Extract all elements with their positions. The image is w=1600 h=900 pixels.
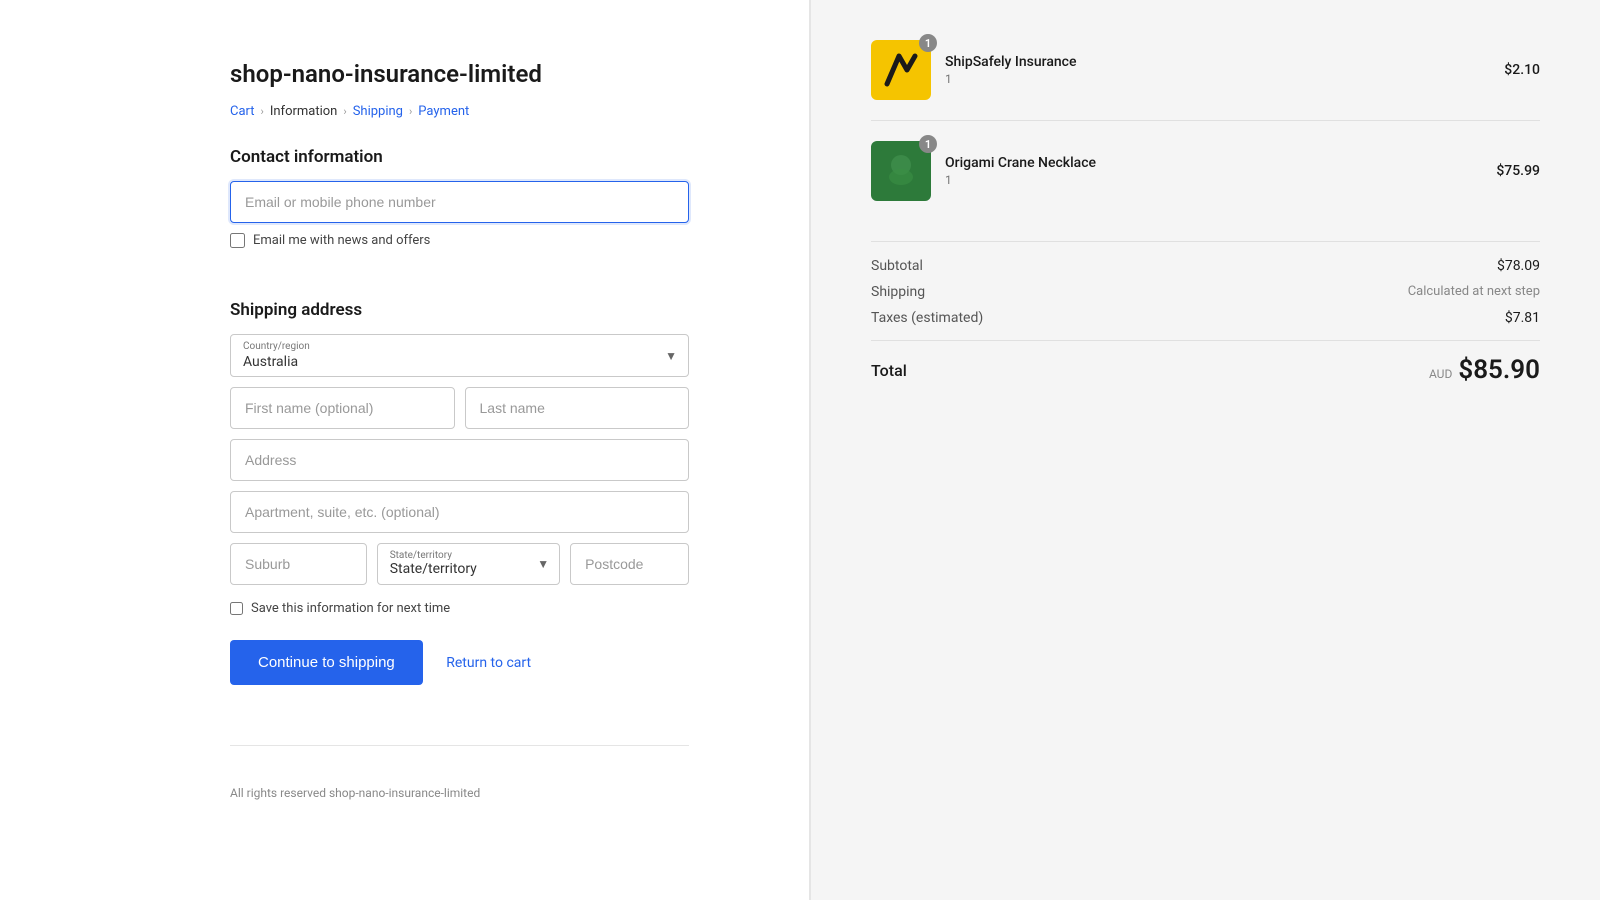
state-chevron-icon: ▼ bbox=[537, 557, 549, 571]
shipping-label: Shipping bbox=[871, 284, 925, 300]
order-item-shipsafely: 1 ShipSafely Insurance 1 $2.10 bbox=[871, 40, 1540, 121]
breadcrumb-shipping: Shipping bbox=[353, 104, 403, 119]
country-region-select[interactable]: Country/region Australia bbox=[230, 334, 689, 377]
address-input[interactable] bbox=[230, 439, 689, 481]
action-buttons: Continue to shipping Return to cart bbox=[230, 640, 689, 685]
email-checkbox-row: Email me with news and offers bbox=[230, 233, 689, 248]
save-info-label[interactable]: Save this information for next time bbox=[251, 601, 450, 616]
total-amount-wrapper: AUD $85.90 bbox=[1429, 355, 1540, 385]
contact-section: Contact information Email me with news a… bbox=[230, 147, 689, 272]
breadcrumb-sep-3: › bbox=[409, 105, 412, 118]
email-checkbox[interactable] bbox=[230, 233, 245, 248]
first-name-input[interactable] bbox=[230, 387, 455, 429]
breadcrumb-sep-2: › bbox=[343, 105, 346, 118]
breadcrumb-cart[interactable]: Cart bbox=[230, 104, 255, 119]
total-amount: $85.90 bbox=[1458, 355, 1540, 385]
taxes-label: Taxes (estimated) bbox=[871, 310, 983, 326]
continue-to-shipping-button[interactable]: Continue to shipping bbox=[230, 640, 423, 685]
store-title: shop-nano-insurance-limited bbox=[230, 60, 689, 88]
shipping-row: Shipping Calculated at next step bbox=[871, 284, 1540, 300]
total-row: Total AUD $85.90 bbox=[871, 340, 1540, 385]
return-to-cart-link[interactable]: Return to cart bbox=[446, 655, 531, 671]
name-row bbox=[230, 387, 689, 429]
item-img-wrapper-origami: 1 bbox=[871, 141, 931, 201]
apartment-wrapper bbox=[230, 491, 689, 533]
contact-section-title: Contact information bbox=[230, 147, 689, 167]
email-input[interactable] bbox=[230, 181, 689, 223]
shipping-section: Shipping address Country/region Australi… bbox=[230, 300, 689, 685]
state-territory-select[interactable]: State/territory State/territory ▼ bbox=[377, 543, 560, 585]
shipsafely-info: ShipSafely Insurance 1 bbox=[945, 54, 1490, 86]
taxes-value: $7.81 bbox=[1505, 310, 1540, 326]
breadcrumb-payment: Payment bbox=[418, 104, 469, 119]
shipsafely-name: ShipSafely Insurance bbox=[945, 54, 1490, 70]
shipping-value: Calculated at next step bbox=[1408, 284, 1540, 300]
total-label: Total bbox=[871, 361, 907, 380]
shipsafely-logo-svg bbox=[879, 48, 923, 92]
save-info-checkbox[interactable] bbox=[230, 602, 243, 615]
footer: All rights reserved shop-nano-insurance-… bbox=[230, 745, 689, 800]
right-panel: 1 ShipSafely Insurance 1 $2.10 1 bbox=[810, 0, 1600, 900]
origami-price: $75.99 bbox=[1496, 163, 1540, 179]
origami-info: Origami Crane Necklace 1 bbox=[945, 155, 1482, 187]
apartment-input[interactable] bbox=[230, 491, 689, 533]
breadcrumb-information: Information bbox=[270, 104, 338, 119]
origami-name: Origami Crane Necklace bbox=[945, 155, 1482, 171]
subtotal-label: Subtotal bbox=[871, 258, 923, 274]
order-item-origami: 1 Origami Crane Necklace 1 $75.99 bbox=[871, 141, 1540, 221]
state-value: State/territory bbox=[390, 561, 477, 577]
origami-qty: 1 bbox=[945, 173, 1482, 187]
last-name-input[interactable] bbox=[465, 387, 690, 429]
state-label: State/territory bbox=[390, 550, 523, 561]
suburb-input[interactable] bbox=[230, 543, 367, 585]
shipping-section-title: Shipping address bbox=[230, 300, 689, 320]
subtotal-value: $78.09 bbox=[1497, 258, 1540, 274]
country-region-wrapper[interactable]: Country/region Australia ▼ bbox=[230, 334, 689, 377]
address-wrapper bbox=[230, 439, 689, 481]
subtotal-row: Subtotal $78.09 bbox=[871, 258, 1540, 274]
order-summary: Subtotal $78.09 Shipping Calculated at n… bbox=[871, 241, 1540, 385]
city-row: State/territory State/territory ▼ bbox=[230, 543, 689, 585]
left-panel: shop-nano-insurance-limited Cart › Infor… bbox=[0, 0, 810, 900]
country-value: Australia bbox=[243, 354, 652, 370]
breadcrumb: Cart › Information › Shipping › Payment bbox=[230, 104, 689, 119]
save-info-row: Save this information for next time bbox=[230, 601, 689, 616]
shipsafely-qty: 1 bbox=[945, 72, 1490, 86]
total-currency: AUD bbox=[1429, 367, 1452, 381]
shipsafely-badge: 1 bbox=[919, 34, 937, 52]
country-label: Country/region bbox=[243, 341, 652, 352]
origami-thumb-svg bbox=[879, 149, 923, 193]
breadcrumb-sep-1: › bbox=[261, 105, 264, 118]
taxes-row: Taxes (estimated) $7.81 bbox=[871, 310, 1540, 326]
postcode-input[interactable] bbox=[570, 543, 689, 585]
origami-badge: 1 bbox=[919, 135, 937, 153]
email-checkbox-label[interactable]: Email me with news and offers bbox=[253, 233, 430, 248]
order-items-list: 1 ShipSafely Insurance 1 $2.10 1 bbox=[871, 40, 1540, 221]
shipsafely-price: $2.10 bbox=[1504, 62, 1540, 78]
item-img-wrapper-shipsafely: 1 bbox=[871, 40, 931, 100]
